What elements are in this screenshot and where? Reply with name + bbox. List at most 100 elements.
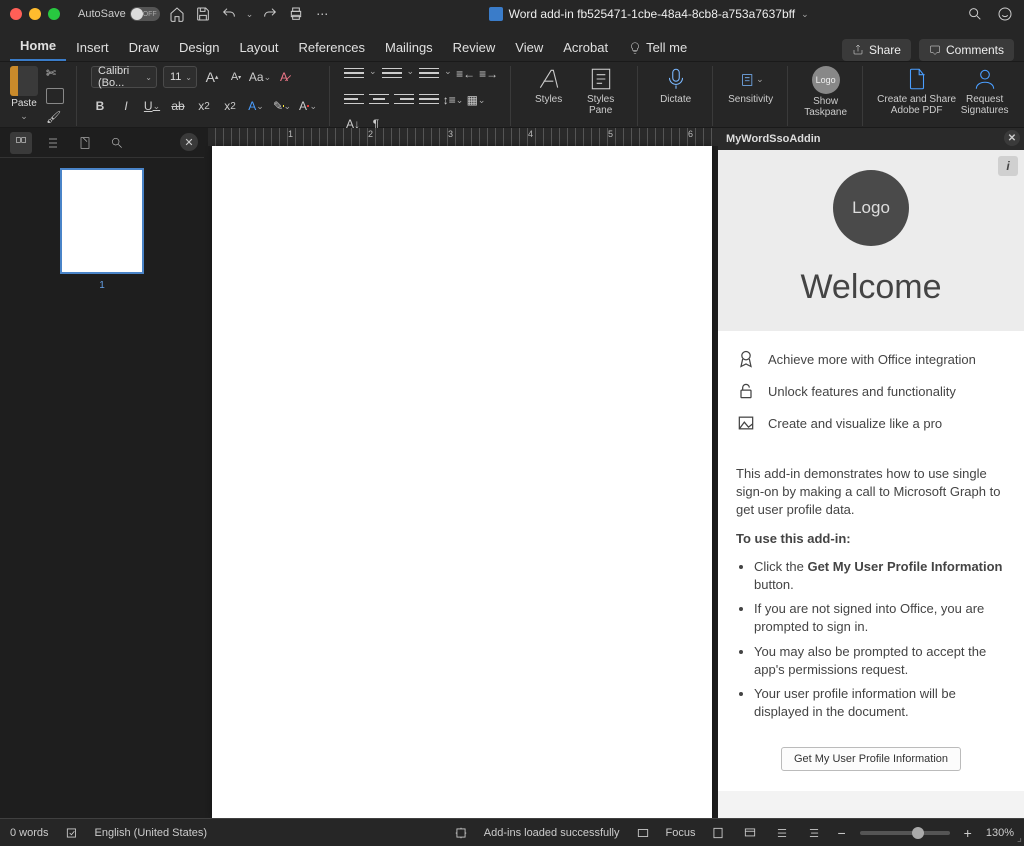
line-spacing-icon[interactable]: ↕≡⌄ bbox=[444, 92, 462, 108]
zoom-slider[interactable] bbox=[860, 831, 950, 835]
page-thumbnail[interactable] bbox=[60, 168, 144, 274]
strikethrough-icon[interactable]: ab bbox=[169, 98, 187, 114]
ellipsis-icon[interactable]: ⋯ bbox=[313, 5, 331, 23]
italic-icon[interactable]: I bbox=[117, 98, 135, 114]
addins-status-icon[interactable] bbox=[452, 826, 470, 840]
tab-view[interactable]: View bbox=[505, 34, 553, 61]
view-print-icon[interactable] bbox=[709, 826, 727, 840]
underline-icon[interactable]: U⌄ bbox=[143, 98, 161, 114]
highlight-icon[interactable]: ✎⌄ bbox=[273, 98, 291, 114]
ribbon-tabs: Home Insert Draw Design Layout Reference… bbox=[0, 28, 1024, 62]
close-window[interactable] bbox=[10, 8, 22, 20]
resize-corner-icon[interactable]: ⌟ bbox=[1017, 831, 1022, 844]
save-icon[interactable] bbox=[194, 5, 212, 23]
paste-caret-icon[interactable]: ⌄ bbox=[20, 111, 28, 122]
addins-status[interactable]: Add-ins loaded successfully bbox=[484, 827, 620, 839]
decrease-font-icon[interactable]: A▾ bbox=[227, 69, 245, 85]
bullets-icon[interactable] bbox=[344, 66, 364, 80]
shading-icon[interactable]: ▦⌄ bbox=[467, 92, 485, 108]
autosave[interactable]: AutoSave OFF bbox=[78, 7, 160, 21]
headings-tab-icon[interactable] bbox=[42, 132, 64, 154]
search-icon[interactable] bbox=[966, 5, 984, 23]
cut-icon[interactable]: ✄ bbox=[46, 66, 64, 82]
format-painter-icon[interactable]: 🖌 bbox=[46, 110, 64, 126]
view-web-icon[interactable] bbox=[741, 826, 759, 840]
maximize-window[interactable] bbox=[48, 8, 60, 20]
copy-icon[interactable] bbox=[46, 88, 64, 104]
sensitivity-button[interactable]: ⌄ Sensitivity bbox=[727, 66, 775, 105]
clear-format-icon[interactable]: A̷ bbox=[275, 69, 293, 85]
feature-item: Create and visualize like a pro bbox=[736, 407, 1006, 439]
tab-draw[interactable]: Draw bbox=[119, 34, 169, 61]
font-size-select[interactable]: 11⌄ bbox=[163, 66, 197, 88]
document-page[interactable] bbox=[212, 146, 712, 818]
font-color-icon[interactable]: A⌄ bbox=[299, 98, 317, 114]
tab-layout[interactable]: Layout bbox=[229, 34, 288, 61]
dictate-button[interactable]: Dictate bbox=[652, 66, 700, 105]
superscript-icon[interactable]: x2 bbox=[221, 98, 239, 114]
pane-header: MyWordSsoAddin ✕ bbox=[718, 128, 1024, 150]
align-left-icon[interactable] bbox=[344, 92, 364, 106]
info-icon[interactable]: i bbox=[998, 156, 1018, 176]
focus-icon[interactable] bbox=[634, 826, 652, 840]
zoom-in[interactable]: + bbox=[964, 825, 972, 841]
undo-icon[interactable] bbox=[220, 5, 238, 23]
zoom-out[interactable]: − bbox=[837, 825, 845, 841]
change-case-icon[interactable]: Aa⌄ bbox=[251, 69, 269, 85]
tab-insert[interactable]: Insert bbox=[66, 34, 119, 61]
text-effects-icon[interactable]: A⌄ bbox=[247, 98, 265, 114]
undo-caret-icon[interactable]: ⌄ bbox=[246, 9, 254, 20]
redo-icon[interactable] bbox=[261, 5, 279, 23]
styles-pane-icon bbox=[588, 66, 614, 92]
lightbulb-icon bbox=[628, 41, 642, 55]
close-pane-icon[interactable]: ✕ bbox=[1004, 130, 1020, 146]
increase-font-icon[interactable]: A▴ bbox=[203, 69, 221, 85]
indent-right-icon[interactable]: ≡→ bbox=[480, 66, 498, 82]
title-caret-icon[interactable]: ⌄ bbox=[801, 9, 809, 20]
tell-me[interactable]: Tell me bbox=[618, 34, 697, 61]
font-name-select[interactable]: Calibri (Bo...⌄ bbox=[91, 66, 157, 88]
close-nav-icon[interactable]: ✕ bbox=[180, 133, 198, 151]
request-signatures-button[interactable]: Request Signatures bbox=[961, 66, 1009, 116]
styles-pane-button[interactable]: Styles Pane bbox=[577, 66, 625, 116]
autosave-toggle[interactable]: OFF bbox=[130, 7, 160, 21]
language[interactable]: English (United States) bbox=[95, 827, 208, 839]
align-right-icon[interactable] bbox=[394, 92, 414, 106]
horizontal-ruler[interactable]: 1 2 3 4 5 6 bbox=[208, 128, 718, 146]
paste-button[interactable]: Paste ⌄ bbox=[10, 66, 38, 122]
tab-home[interactable]: Home bbox=[10, 32, 66, 61]
tab-acrobat[interactable]: Acrobat bbox=[553, 34, 618, 61]
subscript-icon[interactable]: x2 bbox=[195, 98, 213, 114]
styles-button[interactable]: Styles bbox=[525, 66, 573, 105]
show-taskpane-button[interactable]: Logo Show Taskpane bbox=[802, 66, 850, 118]
numbering-icon[interactable] bbox=[382, 66, 402, 80]
word-count[interactable]: 0 words bbox=[10, 827, 49, 839]
indent-left-icon[interactable]: ≡← bbox=[457, 66, 475, 82]
create-share-pdf-button[interactable]: Create and Share Adobe PDF bbox=[877, 66, 957, 116]
tab-review[interactable]: Review bbox=[443, 34, 506, 61]
smiley-icon[interactable] bbox=[996, 5, 1014, 23]
minimize-window[interactable] bbox=[29, 8, 41, 20]
get-profile-button[interactable]: Get My User Profile Information bbox=[781, 747, 961, 771]
align-center-icon[interactable] bbox=[369, 92, 389, 106]
home-icon[interactable] bbox=[168, 5, 186, 23]
view-draft-icon[interactable] bbox=[805, 826, 823, 840]
document-title[interactable]: Word add-in fb525471-1cbe-48a4-8cb8-a753… bbox=[339, 7, 958, 21]
tab-references[interactable]: References bbox=[289, 34, 375, 61]
zoom-level[interactable]: 130% bbox=[986, 827, 1014, 839]
spellcheck-icon[interactable] bbox=[63, 826, 81, 840]
share-button[interactable]: Share bbox=[842, 39, 911, 61]
justify-icon[interactable] bbox=[419, 92, 439, 106]
focus-mode[interactable]: Focus bbox=[666, 827, 696, 839]
view-outline-icon[interactable] bbox=[773, 826, 791, 840]
multilevel-icon[interactable] bbox=[419, 66, 439, 80]
search-tab-icon[interactable] bbox=[106, 132, 128, 154]
bold-icon[interactable]: B bbox=[91, 98, 109, 114]
tab-design[interactable]: Design bbox=[169, 34, 229, 61]
pdf-icon bbox=[904, 66, 930, 92]
pages-tab-icon[interactable] bbox=[74, 132, 96, 154]
comments-button[interactable]: Comments bbox=[919, 39, 1014, 61]
thumbnails-tab-icon[interactable] bbox=[10, 132, 32, 154]
print-icon[interactable] bbox=[287, 5, 305, 23]
tab-mailings[interactable]: Mailings bbox=[375, 34, 443, 61]
